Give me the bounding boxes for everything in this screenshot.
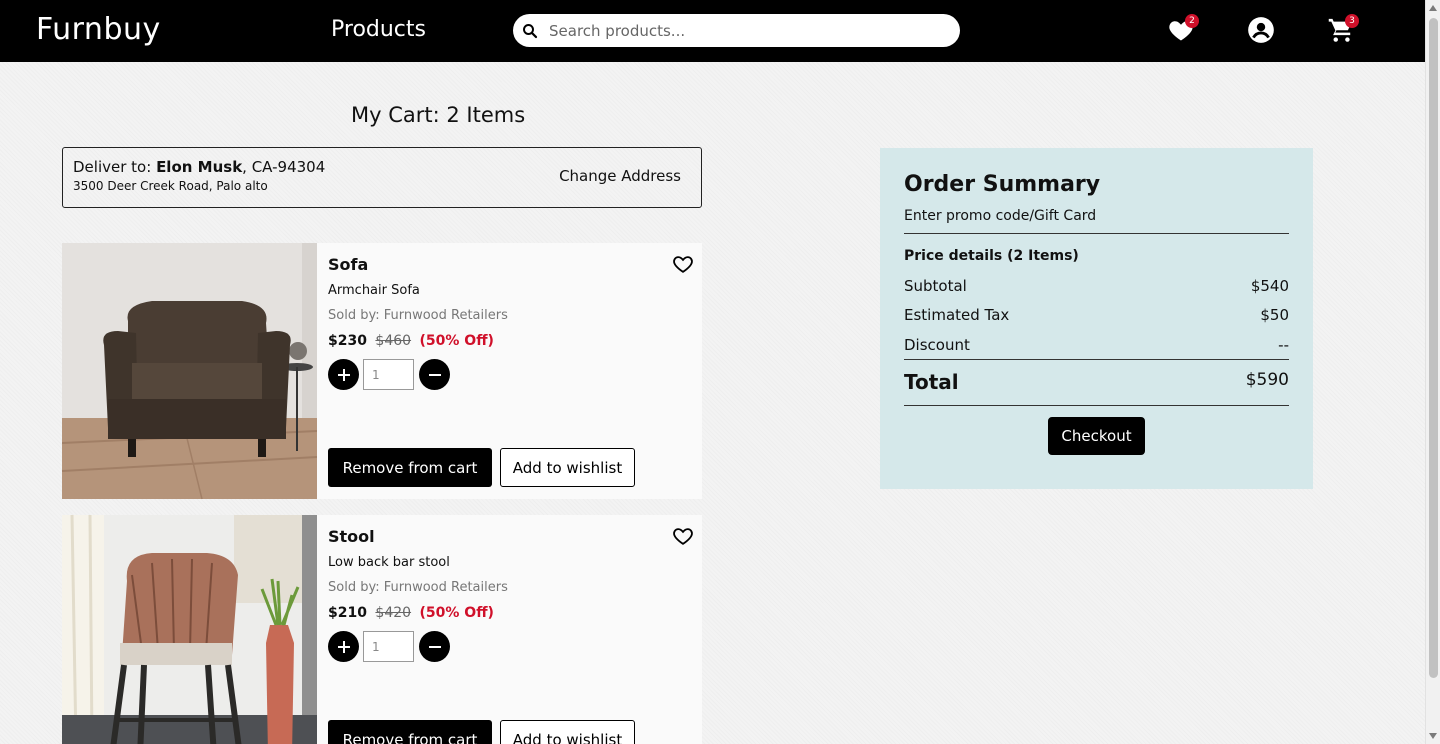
product-seller: Sold by: Furnwood Retailers — [328, 580, 508, 595]
add-to-wishlist-button[interactable]: Add to wishlist — [500, 448, 635, 487]
user-icon — [1248, 17, 1274, 43]
discount-row: Discount -- — [904, 336, 1289, 354]
increase-quantity-button[interactable] — [328, 631, 359, 662]
cart-title: My Cart: 2 Items — [351, 103, 526, 127]
product-price: $230 $460 (50% Off) — [328, 333, 494, 349]
current-price: $210 — [328, 605, 367, 621]
page-scrollbar[interactable] — [1425, 0, 1440, 744]
tax-value: $50 — [1260, 306, 1289, 324]
decrease-quantity-button[interactable] — [419, 359, 450, 390]
promo-code-link[interactable]: Enter promo code/Gift Card — [904, 208, 1096, 224]
divider — [904, 405, 1289, 406]
product-image-sofa[interactable] — [62, 243, 317, 499]
cart-button[interactable]: 3 — [1327, 14, 1359, 46]
order-summary-title: Order Summary — [904, 172, 1101, 197]
change-address-button[interactable]: Change Address — [559, 167, 681, 185]
scrollbar-thumb[interactable] — [1429, 18, 1438, 678]
product-name[interactable]: Stool — [328, 527, 375, 546]
top-navbar: Furnbuy Products 2 3 — [0, 0, 1425, 62]
total-label: Total — [904, 370, 959, 394]
add-to-wishlist-button[interactable]: Add to wishlist — [500, 720, 635, 744]
subtotal-row: Subtotal $540 — [904, 277, 1289, 295]
minus-icon — [428, 373, 441, 376]
total-row: Total $590 — [904, 370, 1289, 394]
plus-icon — [337, 640, 350, 653]
product-description: Low back bar stool — [328, 555, 450, 570]
total-value: $590 — [1245, 370, 1289, 390]
original-price: $460 — [375, 333, 412, 349]
current-price: $230 — [328, 333, 367, 349]
divider — [904, 359, 1289, 360]
decrease-quantity-button[interactable] — [419, 631, 450, 662]
search-icon — [523, 23, 538, 38]
account-button[interactable] — [1247, 16, 1277, 46]
cart-item: Stool Low back bar stool Sold by: Furnwo… — [62, 515, 702, 744]
recipient-name: Elon Musk — [156, 158, 243, 176]
delivery-address-box: Deliver to: Elon Musk, CA-94304 3500 Dee… — [62, 147, 702, 208]
product-image-stool[interactable] — [62, 515, 317, 744]
original-price: $420 — [375, 605, 412, 621]
discount-value: -- — [1278, 336, 1289, 354]
street-address: 3500 Deer Creek Road, Palo alto — [73, 179, 268, 193]
divider — [904, 233, 1289, 234]
product-name[interactable]: Sofa — [328, 255, 368, 274]
tax-row: Estimated Tax $50 — [904, 306, 1289, 324]
wishlist-count-badge: 2 — [1185, 14, 1199, 28]
checkout-button[interactable]: Checkout — [1048, 417, 1145, 455]
remove-from-cart-button[interactable]: Remove from cart — [328, 448, 492, 487]
brand-logo[interactable]: Furnbuy — [36, 12, 161, 47]
heart-outline-icon[interactable] — [672, 253, 694, 275]
wishlist-button[interactable]: 2 — [1167, 14, 1199, 46]
subtotal-label: Subtotal — [904, 277, 967, 295]
minus-icon — [428, 645, 441, 648]
deliver-to-line: Deliver to: Elon Musk, CA-94304 — [73, 158, 325, 176]
plus-icon — [337, 368, 350, 381]
cart-count-badge: 3 — [1345, 14, 1359, 28]
quantity-input[interactable]: 1 — [363, 631, 414, 662]
quantity-input[interactable]: 1 — [363, 359, 414, 390]
discount-label: Discount — [904, 336, 970, 354]
recipient-zip: , CA-94304 — [242, 158, 326, 176]
increase-quantity-button[interactable] — [328, 359, 359, 390]
price-details-heading: Price details (2 Items) — [904, 248, 1079, 264]
heart-outline-icon[interactable] — [672, 525, 694, 547]
subtotal-value: $540 — [1250, 277, 1289, 295]
product-description: Armchair Sofa — [328, 283, 420, 298]
tax-label: Estimated Tax — [904, 306, 1010, 324]
deliver-to-label: Deliver to: — [73, 158, 152, 176]
cart-item: Sofa Armchair Sofa Sold by: Furnwood Ret… — [62, 243, 702, 499]
search-input[interactable] — [549, 21, 939, 40]
scroll-down-arrow-icon[interactable] — [1429, 733, 1437, 739]
scroll-up-arrow-icon[interactable] — [1429, 5, 1437, 11]
nav-products-link[interactable]: Products — [331, 17, 426, 42]
discount-percent: (50% Off) — [419, 605, 494, 621]
search-bar — [513, 14, 960, 47]
product-seller: Sold by: Furnwood Retailers — [328, 308, 508, 323]
order-summary-panel: Order Summary Enter promo code/Gift Card… — [880, 148, 1313, 489]
discount-percent: (50% Off) — [419, 333, 494, 349]
product-price: $210 $420 (50% Off) — [328, 605, 494, 621]
remove-from-cart-button[interactable]: Remove from cart — [328, 720, 492, 744]
